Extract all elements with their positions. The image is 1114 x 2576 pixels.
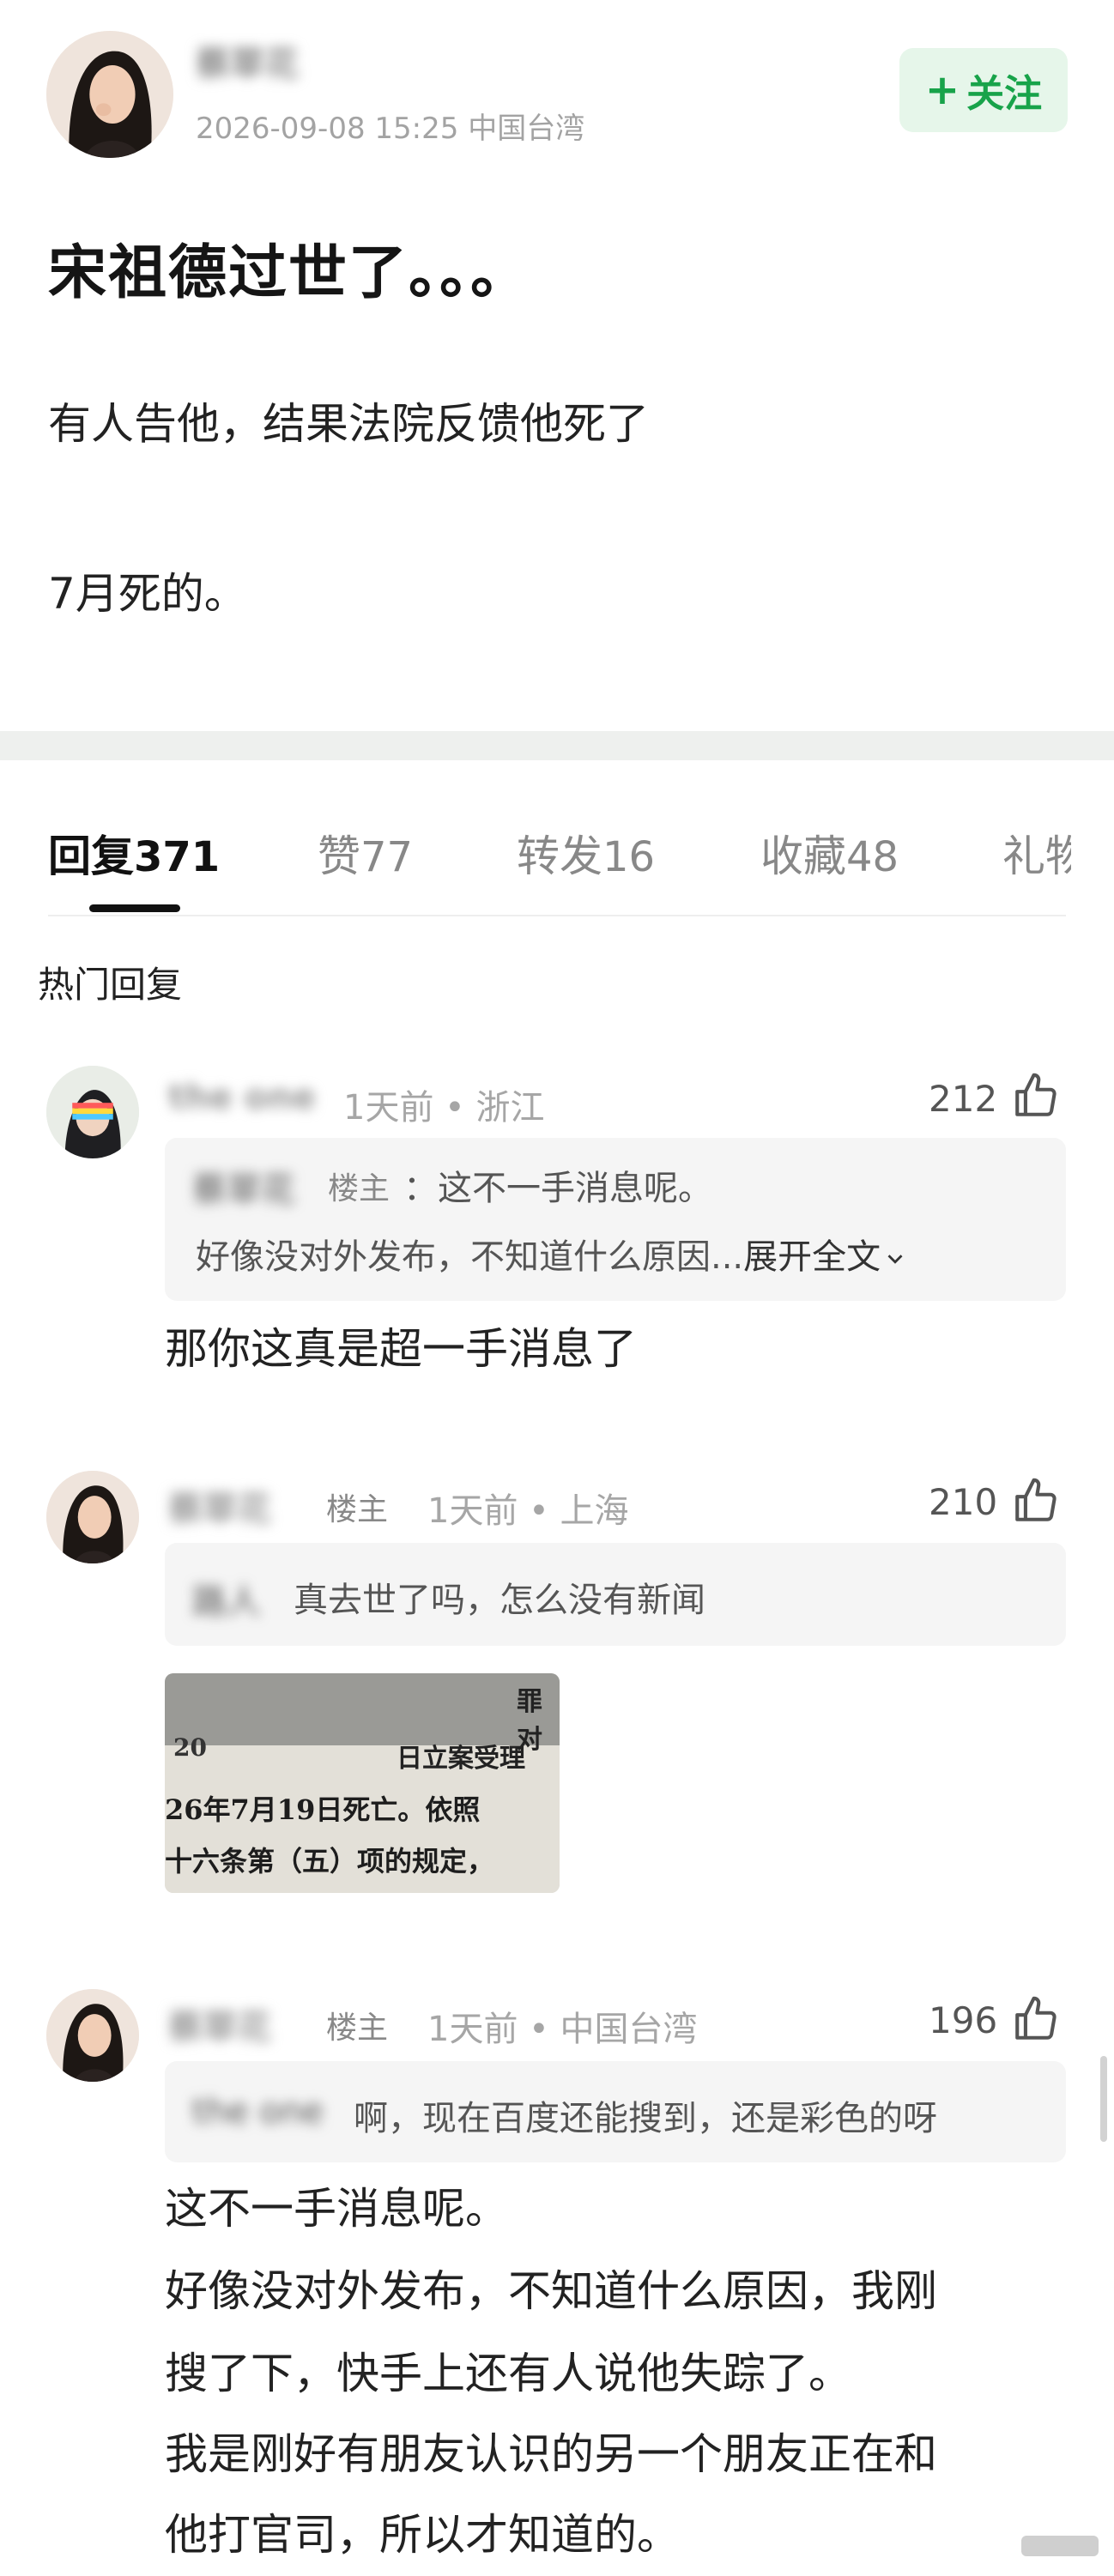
post-body-line: 有人告他，结果法院反馈他死了 [48, 399, 649, 449]
quoted-author: 路人 [192, 1582, 261, 1622]
expand-label: 展开全文 [743, 1237, 881, 1277]
post-author-name[interactable]: 蔡翠花 [196, 36, 299, 86]
image-text: 26年7月19日死亡。依照 [165, 1793, 481, 1826]
comment-time: 1天前 [427, 1491, 518, 1531]
hot-replies-heading: 热门回复 [38, 964, 183, 1006]
tab-count: 48 [846, 833, 899, 881]
tabs-divider [48, 915, 1066, 916]
expand-link[interactable]: 展开全文 [743, 1237, 910, 1277]
post-body-line: 7月死的。 [48, 569, 247, 619]
tab-gifts-clip: 礼物 [1002, 822, 1071, 882]
tab-count: 371 [134, 833, 221, 881]
quoted-text: 真去世了吗，怎么没有新闻 [294, 1581, 705, 1620]
section-divider [0, 731, 1114, 760]
like-count: 196 [929, 1999, 998, 2041]
comment-text: 那你这真是超一手消息了 [165, 1324, 637, 1374]
comment-location: 浙江 [475, 1088, 545, 1128]
tab-gifts[interactable]: 礼物 [1002, 822, 1071, 882]
quoted-reply[interactable]: the one 啊，现在百度还能搜到，还是彩色的呀 [165, 2061, 1066, 2162]
plus-icon: + [924, 66, 960, 114]
tab-label: 转发 [517, 831, 602, 881]
comment-location: 上海 [560, 1491, 629, 1531]
commenter-avatar[interactable] [46, 1066, 139, 1158]
quoted-text: 啊，现在百度还能搜到，还是彩色的呀 [354, 2099, 937, 2138]
follow-button[interactable]: + 关注 [899, 48, 1068, 132]
chevron-down-icon [887, 1255, 903, 1264]
scrollbar[interactable] [1100, 2056, 1107, 2142]
follow-label: 关注 [966, 72, 1043, 116]
image-header-band [165, 1673, 560, 1745]
quoted-reply[interactable]: 路人 真去世了吗，怎么没有新闻 [165, 1543, 1066, 1646]
quoted-text: 好像没对外发布，不知道什么原因...展开全文 [196, 1229, 910, 1279]
post-title: 宋祖德过世了。。。 [48, 239, 531, 307]
post-meta: 2026-09-08 15:25 中国台湾 [196, 112, 585, 146]
commenter-avatar[interactable] [46, 1989, 139, 2082]
tab-likes[interactable]: 赞77 [318, 822, 413, 884]
comment-meta: 1天前 • 浙江 [343, 1088, 545, 1128]
owner-tag: 楼主 [328, 1171, 391, 1206]
thumbs-up-icon[interactable] [1011, 1994, 1061, 2047]
owner-tag: 楼主 [326, 2011, 389, 2046]
image-text: 十六条第（五）项的规定， [165, 1845, 495, 1878]
comment-text-line: 搜了下，快手上还有人说他失踪了。 [165, 2349, 851, 2398]
commenter-name[interactable]: 蔡翠花 [168, 1481, 271, 1531]
comment-time: 1天前 [427, 2010, 518, 2049]
commenter-name[interactable]: 蔡翠花 [168, 1999, 271, 2049]
tab-label: 回复 [48, 831, 134, 881]
tab-count: 16 [602, 833, 656, 881]
comment-image[interactable]: 罪对 20 日立案受理 26年7月19日死亡。依照 十六条第（五）项的规定， [165, 1673, 560, 1893]
tab-reposts[interactable]: 转发16 [517, 822, 655, 884]
tab-favorites[interactable]: 收藏48 [760, 822, 899, 884]
comment-text-line: 我是刚好有朋友认识的另一个朋友正在和 [165, 2429, 937, 2479]
comment-text-line: 这不一手消息呢。 [165, 2184, 508, 2234]
comment-location: 中国台湾 [560, 2010, 698, 2049]
watermark-badge [1021, 2536, 1099, 2556]
tab-label: 收藏 [760, 831, 846, 881]
commenter-name[interactable]: the one [168, 1078, 316, 1117]
quoted-author: 蔡翠花 [192, 1170, 295, 1210]
thumbs-up-icon[interactable] [1011, 1476, 1061, 1529]
quoted-text: ：这不一手消息呢。 [403, 1169, 712, 1208]
commenter-avatar[interactable] [46, 1471, 139, 1563]
quoted-author: the one [192, 2092, 324, 2132]
quoted-text-line: 好像没对外发布，不知道什么原因... [196, 1237, 744, 1277]
quoted-reply[interactable]: 蔡翠花 楼主 ：这不一手消息呢。 好像没对外发布，不知道什么原因...展开全文 [165, 1138, 1066, 1301]
comment-time: 1天前 [343, 1088, 434, 1128]
comment-text-line: 好像没对外发布，不知道什么原因，我刚 [165, 2266, 937, 2316]
author-avatar[interactable] [46, 31, 173, 158]
tab-replies[interactable]: 回复371 [48, 822, 220, 884]
like-count: 210 [929, 1481, 998, 1523]
active-tab-indicator [89, 904, 180, 912]
image-text: 日立案受理 [397, 1744, 525, 1774]
like-count: 212 [929, 1078, 998, 1120]
thumbs-up-icon[interactable] [1011, 1071, 1061, 1124]
tab-label: 赞 [318, 831, 360, 881]
owner-tag: 楼主 [326, 1492, 389, 1527]
image-text: 20 [173, 1733, 207, 1762]
comment-meta: 1天前 • 上海 [427, 1491, 629, 1531]
tab-label: 礼物 [1002, 831, 1071, 881]
tab-count: 77 [360, 833, 414, 881]
comment-text-line: 他打官司，所以才知道的。 [165, 2510, 680, 2560]
comment-meta: 1天前 • 中国台湾 [427, 2010, 698, 2049]
